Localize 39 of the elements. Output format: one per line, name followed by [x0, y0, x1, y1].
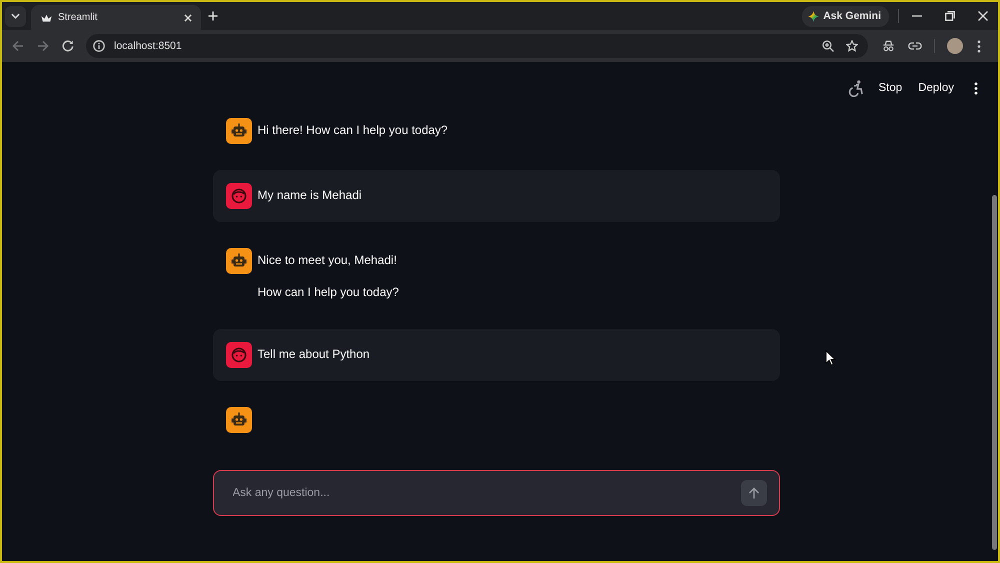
- message-text: My name is Mehadi: [258, 187, 362, 204]
- wheelchair-icon: [848, 80, 863, 96]
- crown-icon: [41, 14, 52, 22]
- menu-icon[interactable]: [977, 40, 981, 52]
- message-text: Nice to meet you, Mehadi!: [258, 252, 398, 269]
- arrow-up-icon: [748, 487, 760, 499]
- message-text: Hi there! How can I help you today?: [258, 122, 448, 139]
- link-icon[interactable]: [908, 42, 922, 50]
- restore-icon[interactable]: [945, 11, 955, 21]
- profile-avatar[interactable]: [947, 38, 963, 54]
- face-avatar-icon: [226, 342, 252, 368]
- plus-icon[interactable]: [208, 11, 218, 21]
- robot-avatar-icon: [226, 248, 252, 274]
- toolbar-button[interactable]: Stop: [870, 79, 910, 97]
- tab-search-button[interactable]: [5, 6, 26, 26]
- reload-icon[interactable]: [62, 40, 74, 52]
- send-button[interactable]: [740, 480, 766, 506]
- mouse-pointer-icon: [825, 350, 836, 366]
- message-text: Tell me about Python: [258, 346, 370, 363]
- browser-tab[interactable]: Streamlit: [31, 5, 201, 30]
- close-icon[interactable]: [978, 11, 988, 21]
- toolbar-button[interactable]: Deploy: [910, 79, 962, 97]
- star-icon[interactable]: [846, 40, 858, 52]
- minimize-icon[interactable]: [912, 15, 922, 17]
- message-text: How can I help you today?: [258, 284, 399, 301]
- chevron-down-icon: [11, 13, 20, 19]
- robot-avatar-icon: [226, 407, 252, 433]
- close-icon[interactable]: [184, 14, 192, 22]
- address-bar[interactable]: localhost:8501: [86, 34, 868, 58]
- face-avatar-icon: [226, 183, 252, 209]
- chat-input-field[interactable]: Ask any question...: [212, 470, 780, 516]
- info-icon[interactable]: [93, 40, 105, 52]
- hat-glasses-icon[interactable]: [882, 40, 895, 52]
- sparkle-icon: [808, 10, 820, 22]
- scrollbar[interactable]: [992, 195, 997, 550]
- main-menu-icon[interactable]: [974, 82, 978, 94]
- robot-avatar-icon: [226, 118, 252, 144]
- zoom-in-icon[interactable]: [822, 40, 834, 52]
- ask-gemini-button[interactable]: Ask Gemini: [802, 6, 889, 26]
